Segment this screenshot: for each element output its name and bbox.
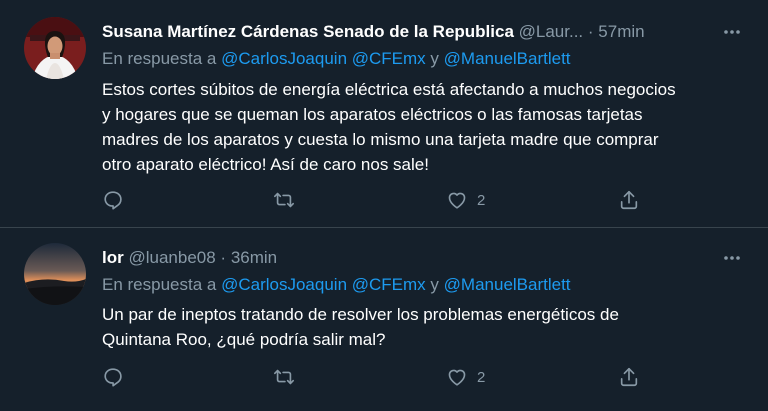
retweet-icon xyxy=(274,369,294,385)
reply-button[interactable] xyxy=(102,365,124,389)
like-icon xyxy=(448,369,466,386)
retweet-button[interactable] xyxy=(272,188,296,212)
more-horizontal-icon[interactable] xyxy=(722,22,742,42)
display-name[interactable]: lor xyxy=(102,248,124,267)
reply-icon xyxy=(104,191,122,210)
mention-link[interactable]: @CFEmx xyxy=(352,275,426,294)
user-handle[interactable]: @Laur... xyxy=(519,22,584,41)
tweet-feed: Susana Martínez Cárdenas Senado de la Re… xyxy=(0,0,768,411)
share-icon xyxy=(620,190,638,210)
like-button[interactable]: 2 xyxy=(445,365,485,389)
mention-link[interactable]: @CarlosJoaquin xyxy=(221,275,347,294)
timestamp[interactable]: 36min xyxy=(231,248,277,267)
tweet[interactable]: lor @luanbe08 · 36min En respuesta a @Ca… xyxy=(0,229,768,411)
mention-link[interactable]: @CFEmx xyxy=(352,49,426,68)
reply-and: y xyxy=(430,49,439,68)
tweet-actions: 2 xyxy=(100,188,660,212)
reply-prefix: En respuesta a xyxy=(102,49,217,68)
like-count: 2 xyxy=(477,191,486,209)
share-button[interactable] xyxy=(618,188,640,212)
like-icon xyxy=(448,192,466,209)
mention-link[interactable]: @CarlosJoaquin xyxy=(221,49,347,68)
mention-link[interactable]: @ManuelBartlett xyxy=(444,49,571,68)
tweet[interactable]: Susana Martínez Cárdenas Senado de la Re… xyxy=(0,0,768,228)
tweet-text-line: madres de los aparatos y cuesta lo mismo… xyxy=(102,130,659,149)
separator-dot: · xyxy=(220,248,227,267)
more-horizontal-icon[interactable] xyxy=(722,248,742,268)
retweet-button[interactable] xyxy=(272,365,296,389)
mention-link[interactable]: @ManuelBartlett xyxy=(444,275,571,294)
display-name[interactable]: Susana Martínez Cárdenas Senado de la Re… xyxy=(102,22,514,41)
reply-context: En respuesta a @CarlosJoaquin @CFEmx y @… xyxy=(102,274,738,296)
avatar[interactable] xyxy=(24,17,86,79)
tweet-text-line: Un par de ineptos tratando de resolver l… xyxy=(102,305,619,324)
user-handle[interactable]: @luanbe08 xyxy=(128,248,215,267)
like-count: 2 xyxy=(477,368,486,386)
share-icon xyxy=(620,367,638,387)
tweet-text-line: Quintana Roo, ¿qué podría salir mal? xyxy=(102,330,386,349)
share-button[interactable] xyxy=(618,365,640,389)
avatar[interactable] xyxy=(24,243,86,305)
tweet-text: Un par de ineptos tratando de resolver l… xyxy=(102,302,742,352)
tweet-text: Estos cortes súbitos de energía eléctric… xyxy=(102,77,742,177)
tweet-actions: 2 xyxy=(100,365,660,389)
reply-and: y xyxy=(430,275,439,294)
tweet-header: lor @luanbe08 · 36min xyxy=(102,247,728,269)
tweet-text-line: Estos cortes súbitos de energía eléctric… xyxy=(102,80,676,99)
tweet-text-line: y hogares que se queman los aparatos elé… xyxy=(102,105,643,124)
like-button[interactable]: 2 xyxy=(445,188,485,212)
retweet-icon xyxy=(274,192,294,208)
reply-prefix: En respuesta a xyxy=(102,275,217,294)
reply-context: En respuesta a @CarlosJoaquin @CFEmx y @… xyxy=(102,48,738,70)
tweet-text-line: otro aparato eléctrico! Así de caro nos … xyxy=(102,155,429,174)
reply-icon xyxy=(104,368,122,387)
separator-dot: · xyxy=(587,22,594,41)
timestamp[interactable]: 57min xyxy=(598,22,644,41)
reply-button[interactable] xyxy=(102,188,124,212)
tweet-header: Susana Martínez Cárdenas Senado de la Re… xyxy=(102,21,728,43)
